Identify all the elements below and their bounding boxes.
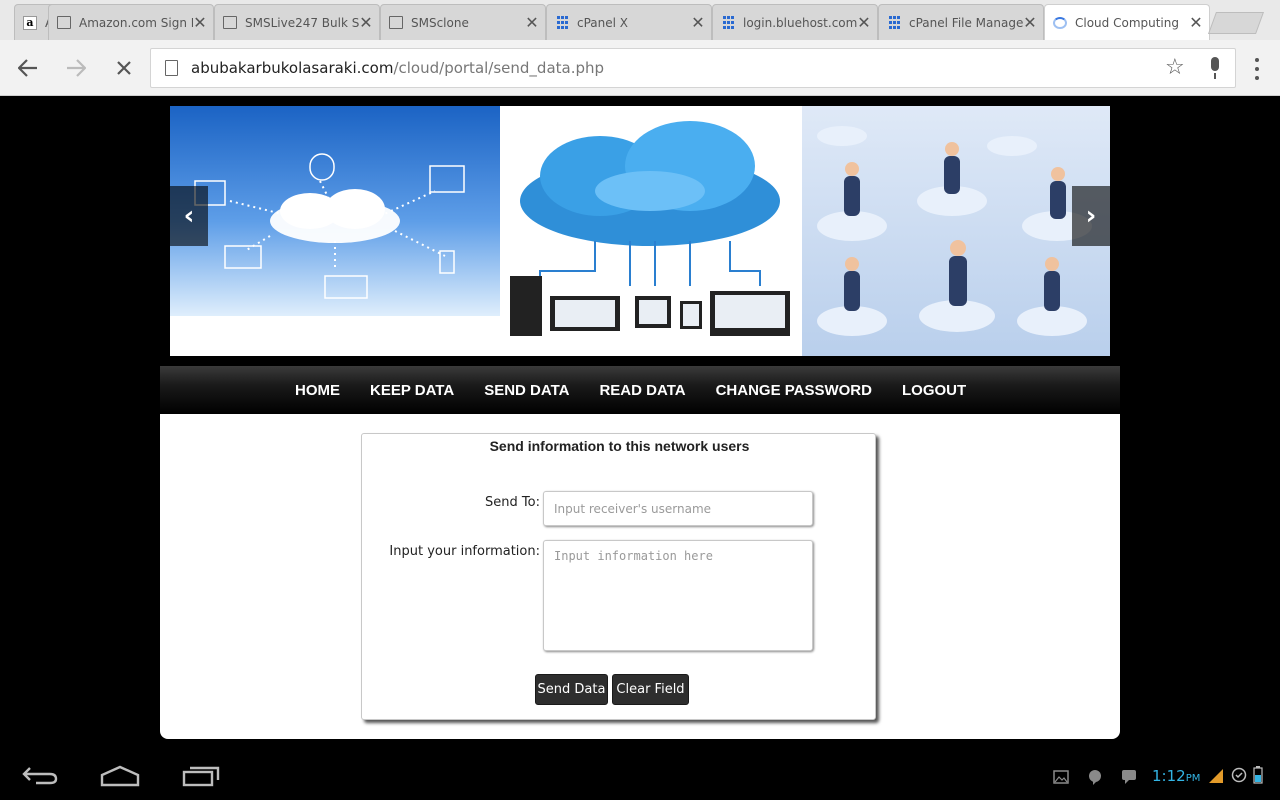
receiver-username-input[interactable] (543, 491, 813, 526)
sync-status-icon (1231, 767, 1247, 787)
close-icon[interactable]: ✕ (193, 14, 207, 30)
clock-time: 1:12 (1152, 767, 1186, 785)
loading-spinner-icon (1053, 16, 1067, 29)
information-label: Input your information: (389, 544, 540, 559)
battery-icon (1253, 766, 1263, 788)
hangouts-notification-icon[interactable] (1087, 769, 1103, 789)
browser-menu-icon[interactable] (1250, 56, 1264, 82)
nav-home[interactable]: HOME (295, 382, 340, 399)
close-icon[interactable]: ✕ (1189, 14, 1203, 30)
url-host: abubakarbukolasaraki.com (191, 59, 394, 77)
forward-arrow-icon[interactable] (62, 54, 90, 82)
tab-title: cPanel X (577, 15, 629, 30)
clock-ampm: PM (1185, 773, 1201, 784)
tab-title: cPanel File Manage (909, 15, 1023, 30)
nav-keep-data[interactable]: KEEP DATA (370, 382, 454, 399)
network-diagram-image (170, 106, 500, 316)
address-bar[interactable]: abubakarbukolasaraki.com/cloud/portal/se… (150, 48, 1236, 88)
page-icon (223, 16, 237, 29)
url-path: /cloud/portal/send_data.php (393, 59, 605, 77)
tab-title: Amazon.com Sign I (79, 15, 193, 30)
nav-logout[interactable]: LOGOUT (902, 382, 966, 399)
system-clock[interactable]: 1:12PM (1152, 767, 1200, 785)
send-data-button[interactable]: Send Data (535, 674, 608, 705)
android-back-icon[interactable] (22, 765, 58, 789)
close-icon[interactable]: ✕ (691, 14, 705, 30)
android-home-icon[interactable] (100, 765, 140, 791)
clear-field-button[interactable]: Clear Field (612, 674, 689, 705)
close-icon[interactable]: ✕ (525, 14, 539, 30)
send-data-form: Send information to this network users S… (361, 433, 876, 720)
tab-title: login.bluehost.com (743, 15, 857, 30)
content-panel: Send information to this network users S… (160, 414, 1120, 739)
tab-smsclone[interactable]: SMSclone ✕ (380, 4, 546, 40)
cloud-computing-image (500, 106, 802, 356)
android-recent-apps-icon[interactable] (182, 765, 220, 791)
page-info-icon[interactable] (165, 60, 178, 76)
cpanel-grid-icon (887, 16, 901, 30)
tab-cpanel-x[interactable]: cPanel X ✕ (546, 4, 712, 40)
close-icon[interactable]: ✕ (857, 14, 871, 30)
cloud-users-illustration (802, 106, 1110, 356)
tab-cloud-computing[interactable]: Cloud Computing ✕ (1044, 4, 1210, 40)
cpanel-grid-icon (721, 16, 735, 30)
tab-title: SMSLive247 Bulk S (245, 15, 359, 30)
carousel-next-button[interactable]: › (1072, 186, 1110, 246)
tab-amazon-sign-in[interactable]: Amazon.com Sign I ✕ (48, 4, 214, 40)
signal-strength-icon (1207, 767, 1225, 789)
nav-change-password[interactable]: CHANGE PASSWORD (716, 382, 872, 399)
microphone-icon[interactable] (1209, 57, 1221, 81)
nav-send-data[interactable]: SEND DATA (484, 382, 569, 399)
message-notification-icon[interactable] (1121, 769, 1137, 789)
browser-tab-strip: a A Amazon.com Sign I ✕ SMSLive247 Bulk … (0, 0, 1280, 40)
tab-cpanel-file-manager[interactable]: cPanel File Manage ✕ (878, 4, 1044, 40)
tab-bluehost-login[interactable]: login.bluehost.com ✕ (712, 4, 878, 40)
cpanel-grid-icon (555, 16, 569, 30)
tab-title: SMSclone (411, 15, 469, 30)
amazon-icon: a (23, 15, 37, 30)
close-icon[interactable]: ✕ (1023, 14, 1037, 30)
new-tab-button[interactable] (1207, 12, 1265, 34)
carousel-prev-button[interactable]: ‹ (170, 186, 208, 246)
nav-read-data[interactable]: READ DATA (599, 382, 685, 399)
page-icon (57, 16, 71, 29)
send-to-label: Send To: (485, 495, 540, 510)
close-icon[interactable]: ✕ (359, 14, 373, 30)
page-viewport: ‹ › HOME KEEP DATA SEND DATA READ DATA C… (0, 97, 1280, 749)
banner-carousel: ‹ › (170, 106, 1110, 356)
android-system-bar: 1:12PM (0, 749, 1280, 800)
stop-loading-icon[interactable] (110, 54, 138, 82)
page-icon (389, 16, 403, 29)
bookmark-star-icon[interactable]: ☆ (1165, 55, 1185, 80)
browser-toolbar: abubakarbukolasaraki.com/cloud/portal/se… (0, 40, 1280, 96)
gallery-notification-icon[interactable] (1053, 769, 1069, 788)
back-arrow-icon[interactable] (14, 54, 42, 82)
tab-smslive247[interactable]: SMSLive247 Bulk S ✕ (214, 4, 380, 40)
form-title: Send information to this network users (489, 438, 750, 454)
information-textarea[interactable] (543, 540, 813, 651)
main-navbar: HOME KEEP DATA SEND DATA READ DATA CHANG… (160, 366, 1120, 414)
tab-title: Cloud Computing (1075, 15, 1179, 30)
url-text: abubakarbukolasaraki.com/cloud/portal/se… (191, 59, 604, 77)
banner-white-strip (170, 316, 500, 356)
